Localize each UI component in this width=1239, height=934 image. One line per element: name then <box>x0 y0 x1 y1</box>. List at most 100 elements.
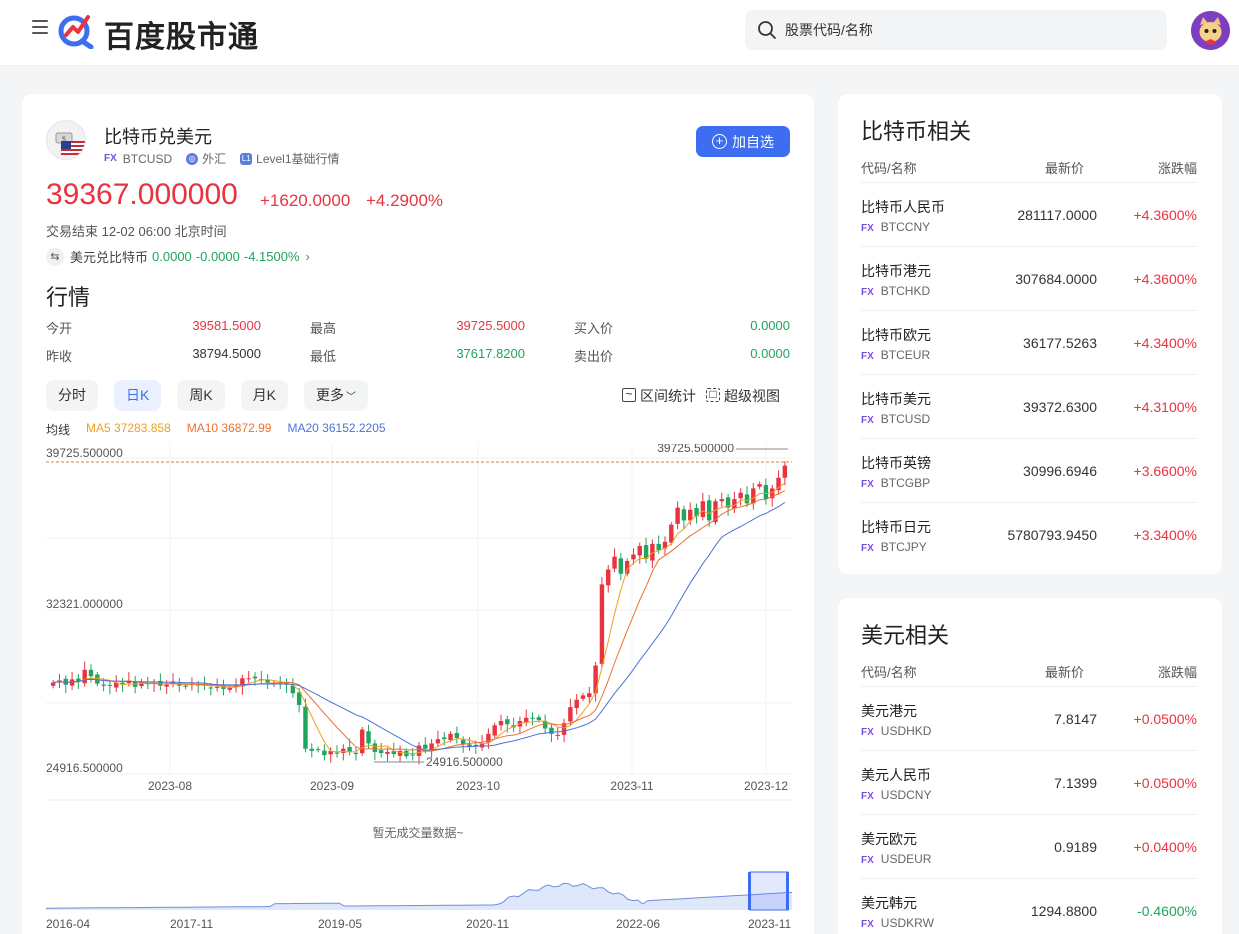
candle <box>252 676 258 679</box>
quote-heading: 行情 <box>46 285 91 310</box>
col-name: 代码/名称 <box>861 665 917 680</box>
item-name: 比特币英镑 <box>861 455 931 471</box>
last-price: 39367.000000 <box>46 178 238 211</box>
candle <box>385 751 390 754</box>
candle <box>246 678 251 680</box>
candle <box>410 754 415 756</box>
add-watchlist-button[interactable]: + 加自选 <box>696 126 790 157</box>
candle <box>530 717 535 719</box>
level-badge-icon: L1 <box>240 152 253 165</box>
tab-more-label: 更多 <box>316 387 345 403</box>
stock-code: BTCUSD <box>122 151 173 166</box>
item-change: +3.3400% <box>1133 527 1197 543</box>
item-price: 30996.6946 <box>1023 463 1097 479</box>
ma-label: 均线 <box>46 423 71 437</box>
x-axis-label: 2023-12 <box>744 779 788 793</box>
tab-weekly-k[interactable]: 周K <box>177 380 225 411</box>
item-code-text: BTCHKD <box>880 284 931 298</box>
globe-icon: ◎ <box>186 152 199 165</box>
item-name: 比特币港元 <box>861 263 931 279</box>
candle <box>366 731 371 744</box>
candle <box>309 748 314 751</box>
reverse-change: -0.0000 <box>195 249 240 264</box>
candle <box>587 693 592 698</box>
item-code-text: USDCNY <box>880 788 932 802</box>
period-tabs: 分时 日K 周K 月K 更多 ﹀ <box>46 380 384 411</box>
fx-badge: FX <box>861 543 874 554</box>
search-input[interactable] <box>785 10 1145 50</box>
candle <box>580 695 586 699</box>
tab-monthly-k[interactable]: 月K <box>240 380 289 411</box>
tab-more[interactable]: 更多 ﹀ <box>304 380 369 411</box>
stock-name: 比特币兑美元 <box>104 127 212 147</box>
list-item[interactable]: 比特币英镑 FX BTCGBP 30996.6946 +3.6600% <box>861 438 1197 502</box>
candle <box>372 743 378 752</box>
candle <box>738 492 743 499</box>
no-volume-note: 暂无成交量数据~ <box>372 826 464 840</box>
tab-intraday[interactable]: 分时 <box>46 380 98 411</box>
bid-label: 买入价 <box>574 321 614 336</box>
overview-x-label: 2017-11 <box>170 917 213 931</box>
reverse-pair-link[interactable]: ⇆ 美元兑比特币 0.0000 -0.0000 -4.1500% › <box>46 247 310 266</box>
item-code: FX BTCGBP <box>861 476 930 490</box>
candle <box>612 556 617 569</box>
candle <box>700 501 706 518</box>
candlestick-chart[interactable]: 39725.500000 32321.000000 24916.500000 3972… <box>46 444 792 804</box>
chart-tools: ~ 区间统计 □ 超级视图 <box>622 386 780 406</box>
search-icon[interactable] <box>757 20 777 40</box>
candle <box>50 682 56 686</box>
item-price: 281117.0000 <box>1017 207 1097 223</box>
reverse-name: 美元兑比特币 <box>70 250 149 265</box>
menu-icon[interactable] <box>32 20 48 36</box>
list-item[interactable]: 比特币人民币 FX BTCCNY 281117.0000 +4.3600% <box>861 182 1197 246</box>
item-name: 比特币人民币 <box>861 199 945 215</box>
tab-daily-k[interactable]: 日K <box>114 380 162 411</box>
logo-text[interactable]: 百度股市通 <box>104 12 259 56</box>
candle <box>208 687 214 689</box>
list-item[interactable]: 美元韩元 FX USDKRW 1294.8800 -0.4600% <box>861 878 1197 934</box>
item-code: FX BTCJPY <box>861 540 927 554</box>
ma5-line <box>53 482 786 755</box>
candle <box>656 543 661 551</box>
item-name: 美元欧元 <box>861 831 917 847</box>
low-label: 最低 <box>310 349 337 364</box>
candle <box>763 485 769 500</box>
min-price-label: 24916.500000 <box>426 755 503 769</box>
list-item[interactable]: 美元港元 FX USDHKD 7.8147 +0.0500% <box>861 686 1197 750</box>
item-change: +4.3600% <box>1133 207 1197 223</box>
list-item[interactable]: 比特币美元 FX BTCUSD 39372.6300 +4.3100% <box>861 374 1197 438</box>
list-item[interactable]: 比特币日元 FX BTCJPY 5780793.9450 +3.3400% <box>861 502 1197 566</box>
stock-tags: FX BTCUSD ◎ 外汇 L1 Level1基础行情 <box>104 150 340 167</box>
ma10-line <box>53 490 786 752</box>
item-name: 美元韩元 <box>861 895 917 911</box>
list-item[interactable]: 美元人民币 FX USDCNY 7.1399 +0.0500% <box>861 750 1197 814</box>
avatar-cat-icon <box>1191 11 1230 50</box>
x-axis-label: 2023-09 <box>310 779 354 793</box>
item-code-text: USDKRW <box>880 916 934 930</box>
col-name: 代码/名称 <box>861 161 917 176</box>
item-change: +4.3100% <box>1133 399 1197 415</box>
item-change: -0.4600% <box>1137 903 1197 919</box>
search-box[interactable] <box>745 10 1167 50</box>
bid-value: 0.0000 <box>750 318 790 333</box>
list-item[interactable]: 美元欧元 FX USDEUR 0.9189 +0.0400% <box>861 814 1197 878</box>
level-tag[interactable]: Level1基础行情 <box>256 150 339 167</box>
list-item[interactable]: 比特币港元 FX BTCHKD 307684.0000 +4.3600% <box>861 246 1197 310</box>
trade-status: 交易结束 12-02 06:00 北京时间 <box>46 224 227 239</box>
fx-badge: FX <box>861 919 874 930</box>
reverse-pct: -4.1500% <box>243 249 300 264</box>
item-code-text: BTCUSD <box>880 412 931 426</box>
overview-x-label: 2016-04 <box>46 917 90 931</box>
overview-chart[interactable]: 2016-04 2017-11 2019-05 2020-11 2022-06 2023-… <box>46 870 792 934</box>
super-view-button[interactable]: □ 超级视图 <box>706 386 780 406</box>
range-stats-button[interactable]: ~ 区间统计 <box>622 386 696 406</box>
btc-related-header: 代码/名称 最新价 涨跌幅 <box>861 158 1197 178</box>
fx-badge: FX <box>861 287 874 298</box>
candle <box>303 706 308 749</box>
chevron-down-icon: ﹀ <box>346 392 357 403</box>
candle <box>688 509 693 521</box>
avatar[interactable] <box>1191 11 1230 50</box>
list-item[interactable]: 比特币欧元 FX BTCEUR 36177.5263 +4.3400% <box>861 310 1197 374</box>
item-name: 比特币日元 <box>861 519 931 535</box>
fx-badge: FX <box>861 727 874 738</box>
